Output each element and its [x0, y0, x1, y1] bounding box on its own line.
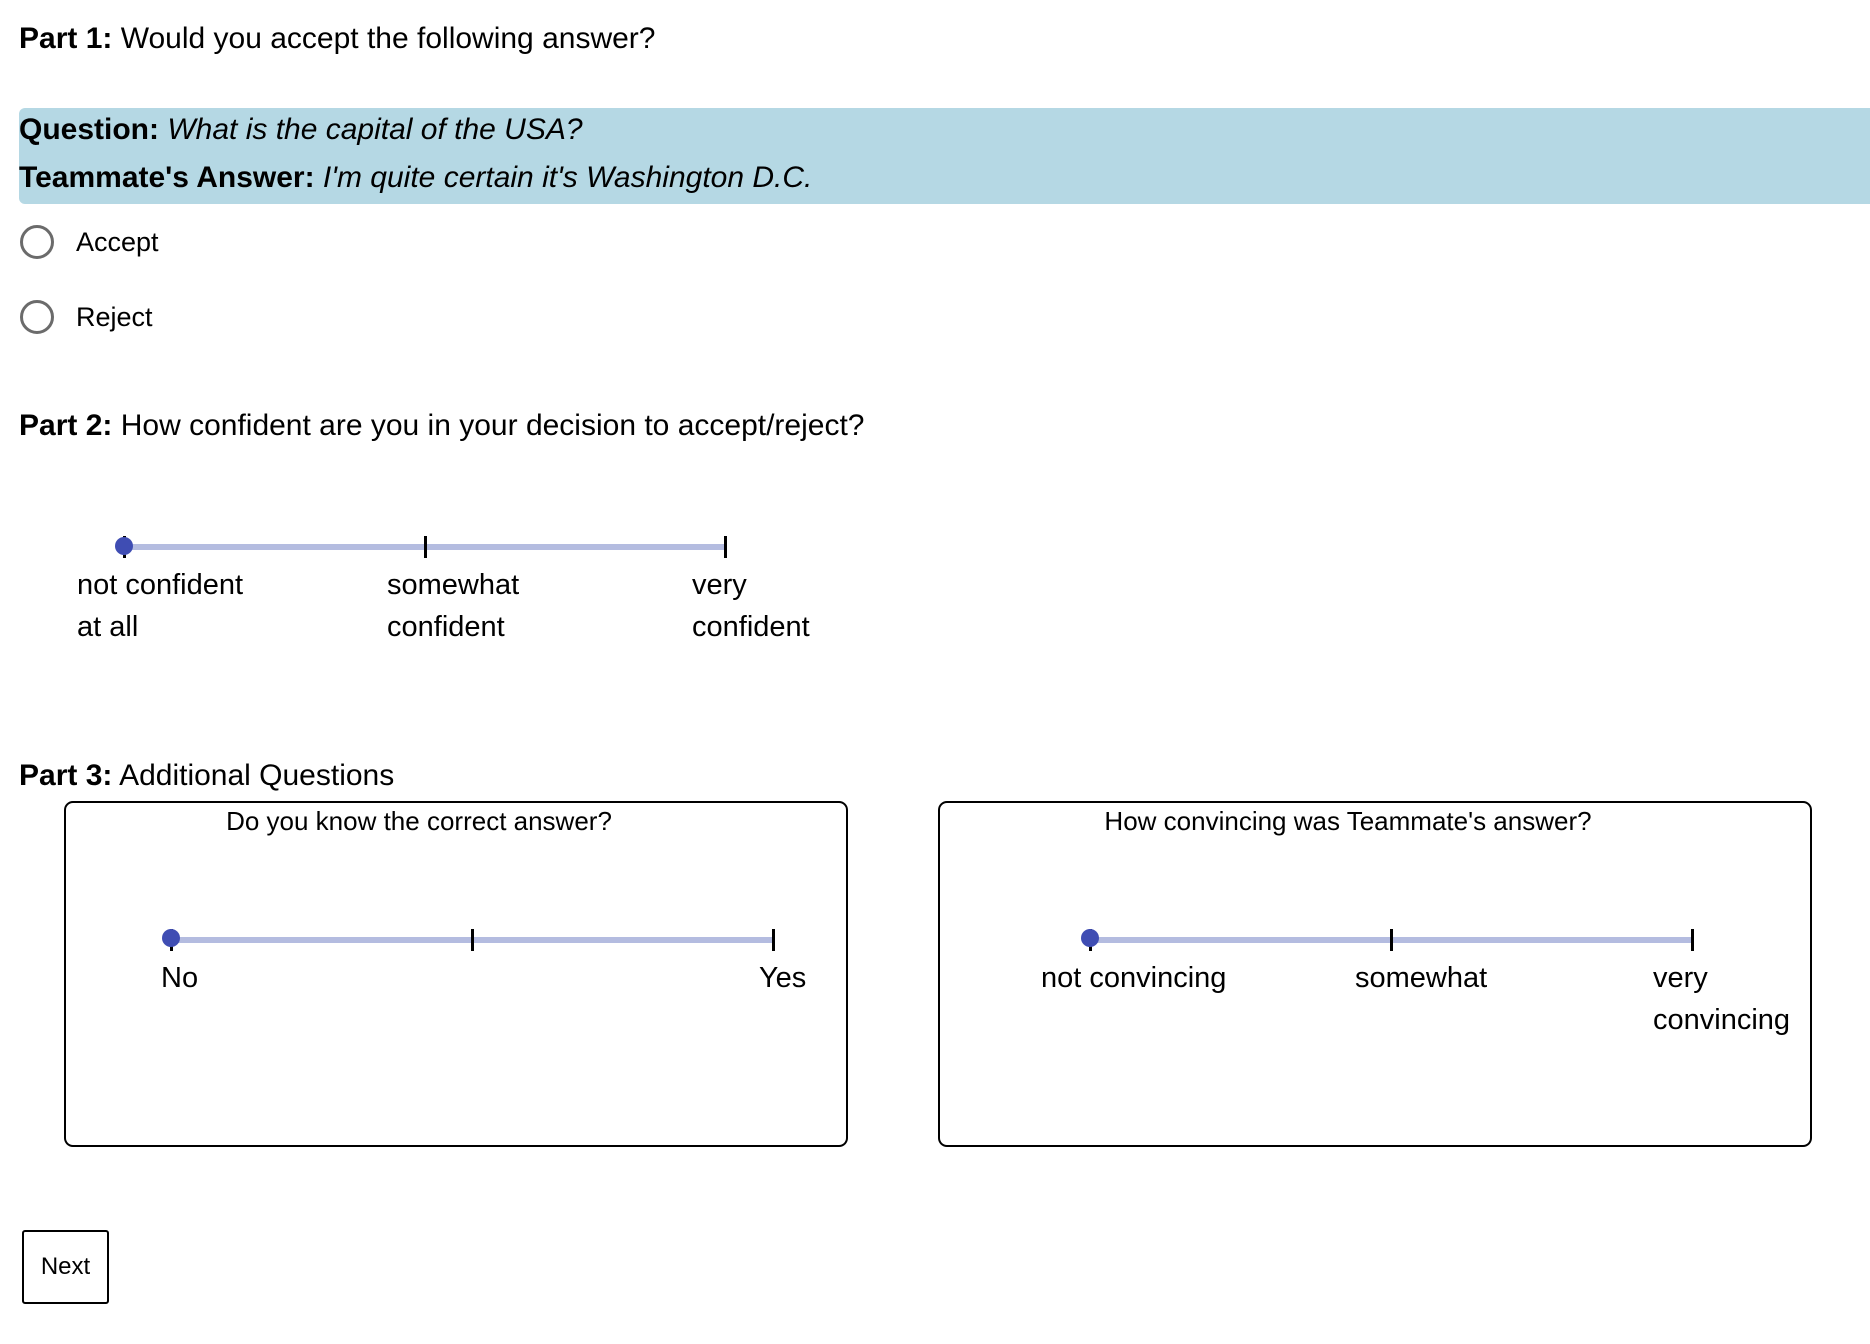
knowledge-label-yes: Yes [759, 962, 807, 994]
part3-prefix: Part 3: [19, 759, 113, 792]
part2-heading: Part 2: How confident are you in your de… [19, 408, 864, 444]
question-answer-panel: Question: What is the capital of the USA… [19, 108, 1870, 204]
reject-radio[interactable] [20, 300, 54, 334]
knowledge-question-title: Do you know the correct answer? [226, 806, 612, 836]
convincing-label-very: very convincing [1653, 962, 1791, 1036]
convincing-slider-thumb[interactable] [1081, 929, 1099, 947]
part1-prefix: Part 1: [19, 22, 113, 55]
convincing-slider-tick-1 [1390, 929, 1393, 951]
part2-text: How confident are you in your decision t… [120, 409, 865, 442]
confidence-label-very: very confident [692, 569, 810, 643]
part2-prefix: Part 2: [19, 409, 113, 442]
knowledge-slider-tick-2 [772, 929, 775, 951]
convincing-label-somewhat: somewhat [1355, 962, 1488, 994]
part1-text: Would you accept the following answer? [120, 22, 656, 55]
answer-line: Teammate's Answer: I'm quite certain it'… [19, 160, 812, 196]
accept-option[interactable]: Accept [20, 220, 159, 264]
convincing-question-title: How convincing was Teammate's answer? [1104, 806, 1592, 836]
accept-label: Accept [76, 227, 159, 257]
next-button[interactable]: Next [22, 1230, 109, 1304]
question-line: Question: What is the capital of the USA… [19, 112, 583, 148]
knowledge-label-no: No [161, 962, 199, 994]
confidence-slider-tick-1 [424, 536, 427, 558]
part3-text: Additional Questions [119, 759, 395, 792]
part3-heading: Part 3: Additional Questions [19, 758, 394, 794]
knowledge-slider-thumb[interactable] [162, 929, 180, 947]
answer-text: I'm quite certain it's Washington D.C. [322, 161, 813, 194]
confidence-slider-tick-2 [724, 536, 727, 558]
accept-radio[interactable] [20, 225, 54, 259]
confidence-label-somewhat: somewhat confident [387, 569, 520, 643]
question-label: Question: [19, 113, 159, 146]
answer-label: Teammate's Answer: [19, 161, 315, 194]
confidence-slider-thumb[interactable] [115, 537, 133, 555]
reject-label: Reject [76, 302, 153, 332]
part1-heading: Part 1: Would you accept the following a… [19, 21, 655, 57]
question-text: What is the capital of the USA? [167, 113, 583, 146]
convincing-slider-tick-2 [1691, 929, 1694, 951]
convincing-label-not-convincing: not convincing [1041, 962, 1227, 994]
knowledge-slider-tick-1 [471, 929, 474, 951]
confidence-label-not-confident: not confident at all [77, 569, 244, 643]
reject-option[interactable]: Reject [20, 295, 153, 339]
